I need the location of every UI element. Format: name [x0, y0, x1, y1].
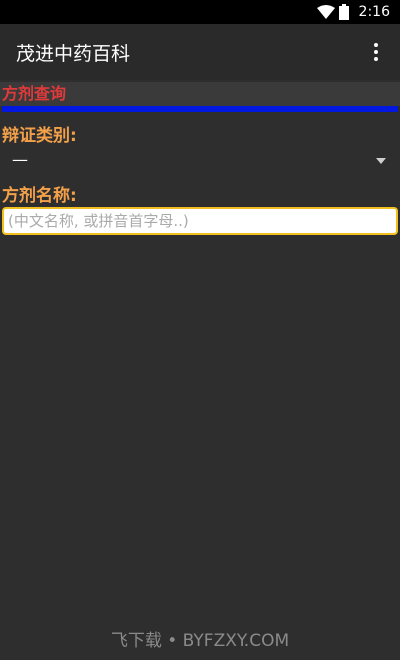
app-title: 茂进中药百科 [16, 42, 131, 65]
category-spinner-value: — [12, 150, 28, 169]
dropdown-arrow-icon [376, 158, 386, 164]
category-spinner[interactable]: — [12, 148, 388, 176]
app-bar: 茂进中药百科 [0, 24, 400, 80]
battery-icon [338, 4, 349, 20]
name-search-input[interactable] [2, 207, 398, 235]
section-title: 方剂查询 [0, 82, 400, 106]
section-divider [2, 106, 398, 112]
status-bar: 2:16 [0, 0, 400, 24]
wifi-icon [316, 5, 335, 19]
more-vert-icon[interactable] [364, 40, 388, 64]
status-time: 2:16 [358, 4, 390, 20]
watermark: 飞下载 • BYFZXY.COM [110, 631, 290, 651]
name-label: 方剂名称: [2, 186, 77, 206]
category-label: 辩证类别: [2, 126, 77, 146]
